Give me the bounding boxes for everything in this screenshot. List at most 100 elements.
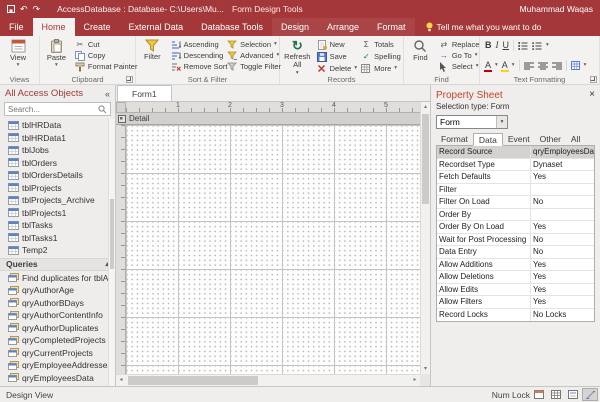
property-value[interactable]: Yes ▾ <box>531 271 594 283</box>
nav-query-item[interactable]: qryAuthorContentInfo <box>0 309 115 322</box>
property-value[interactable]: No ▾ <box>531 196 594 208</box>
copy-button[interactable]: Copy <box>73 50 133 61</box>
nav-table-item[interactable]: tblHRData <box>0 119 115 132</box>
tab-home[interactable]: Home <box>32 18 75 36</box>
property-value[interactable]: Yes ▾ <box>531 296 594 308</box>
cut-button[interactable]: ✂ Cut <box>73 39 133 50</box>
advanced-button[interactable]: Advanced ▾ <box>225 50 279 61</box>
scroll-down-icon[interactable]: ▾ <box>421 364 430 374</box>
property-row[interactable]: Record Source qryEmployeesData ▾ <box>437 146 594 159</box>
nav-table-item[interactable]: tblProjects1 <box>0 207 115 220</box>
nav-query-item[interactable]: qryEmployeeAddresses <box>0 359 115 372</box>
nav-table-item[interactable]: Temp2 <box>0 244 115 257</box>
nav-table-item[interactable]: tblOrders <box>0 157 115 170</box>
chevron-down-icon[interactable]: ▾ <box>496 116 507 128</box>
font-color-button[interactable]: A <box>483 61 493 72</box>
go-to-button[interactable]: → Go To ▾ <box>437 50 478 61</box>
nav-scrollbar[interactable] <box>108 119 115 386</box>
tab-format[interactable]: Format <box>368 18 415 36</box>
nav-table-item[interactable]: tblTasks <box>0 219 115 232</box>
property-row[interactable]: Allow Edits Yes ▾ <box>437 283 594 296</box>
underline-button[interactable]: U <box>503 41 510 50</box>
scroll-left-icon[interactable]: ◂ <box>116 375 126 386</box>
property-value[interactable]: qryEmployeesData ▾ <box>531 146 594 158</box>
paste-button[interactable]: Paste ▾ <box>42 37 71 74</box>
tab-design[interactable]: Design <box>271 18 318 36</box>
property-row[interactable]: Wait for Post Processing No ▾ <box>437 233 594 246</box>
property-value[interactable]: No ▾ <box>531 234 594 246</box>
search-input[interactable] <box>8 104 98 114</box>
nav-table-item[interactable]: tblHRData1 <box>0 132 115 145</box>
new-record-button[interactable]: New <box>315 39 358 50</box>
property-value[interactable]: ▾ <box>531 209 594 221</box>
undo-icon[interactable]: ↶ <box>20 4 28 14</box>
property-row[interactable]: Allow Deletions Yes ▾ <box>437 271 594 284</box>
more-button[interactable]: More ▾ <box>359 63 401 74</box>
ptab-other[interactable]: Other <box>535 133 566 145</box>
nav-table-item[interactable]: tblOrdersDetails <box>0 169 115 182</box>
align-center-icon[interactable] <box>537 62 548 70</box>
ptab-all[interactable]: All <box>566 133 585 145</box>
property-row[interactable]: Recordset Type Dynaset ▾ <box>437 158 594 171</box>
vertical-scrollbar-thumb[interactable] <box>422 114 429 204</box>
property-row[interactable]: Data Entry No ▾ <box>437 246 594 259</box>
tab-arrange[interactable]: Arrange <box>317 18 368 36</box>
property-row[interactable]: Allow Filters Yes ▾ <box>437 296 594 309</box>
property-row[interactable]: Fetch Defaults Yes ▾ <box>437 171 594 184</box>
tab-database-tools[interactable]: Database Tools <box>192 18 272 36</box>
document-tab-form1[interactable]: Form1 <box>117 85 172 101</box>
nav-query-item[interactable]: qryCurrentProjects <box>0 347 115 360</box>
delete-record-button[interactable]: Delete ▾ <box>315 63 358 74</box>
section-selector-icon[interactable] <box>118 114 126 123</box>
nav-table-item[interactable]: tblProjects_Archive <box>0 194 115 207</box>
shutter-bar-icon[interactable]: « <box>105 89 110 99</box>
scroll-right-icon[interactable]: ▸ <box>410 375 420 386</box>
spelling-button[interactable]: ✓ Spelling <box>359 51 401 62</box>
horizontal-ruler[interactable]: 1 2 3 4 5 <box>126 102 420 113</box>
property-row[interactable]: Allow Additions Yes ▾ <box>437 258 594 271</box>
view-button[interactable]: View ▾ <box>2 37 34 74</box>
bold-button[interactable]: B <box>485 41 492 50</box>
vertical-scrollbar[interactable]: ▴ ▾ <box>420 102 430 374</box>
align-left-icon[interactable] <box>523 62 534 70</box>
nav-query-item[interactable]: qryAuthorDuplicates <box>0 322 115 335</box>
search-box[interactable] <box>4 102 111 116</box>
redo-icon[interactable]: ↷ <box>33 4 41 14</box>
form-selector-box[interactable] <box>116 102 126 113</box>
save-record-button[interactable]: Save <box>315 51 358 62</box>
detail-section-bar[interactable]: Detail <box>116 113 420 125</box>
property-value[interactable]: Yes ▾ <box>531 259 594 271</box>
form-design-grid[interactable] <box>126 125 420 374</box>
property-value[interactable]: ▾ <box>531 184 594 196</box>
select-button[interactable]: Select ▾ <box>437 61 478 72</box>
property-value[interactable]: Yes ▾ <box>531 284 594 296</box>
nav-query-item[interactable]: qryAuthorAge <box>0 284 115 297</box>
highlight-color-button[interactable]: A <box>500 61 509 72</box>
qat-customize-icon[interactable]: ▾ <box>45 6 48 12</box>
layout-view-button[interactable] <box>565 388 581 401</box>
close-icon[interactable]: × <box>589 90 595 100</box>
ascending-button[interactable]: Ascending <box>169 39 223 50</box>
find-button[interactable]: Find <box>406 37 435 74</box>
align-right-icon[interactable] <box>551 62 562 70</box>
save-icon[interactable] <box>7 5 15 13</box>
totals-button[interactable]: Σ Totals <box>359 39 401 50</box>
design-view-button[interactable] <box>582 388 598 401</box>
tab-external-data[interactable]: External Data <box>120 18 193 36</box>
italic-button[interactable]: I <box>496 41 499 50</box>
datasheet-view-button[interactable] <box>548 388 564 401</box>
nav-table-item[interactable]: tblJobs <box>0 144 115 157</box>
selection-button[interactable]: Selection ▾ <box>225 39 277 50</box>
selection-combo[interactable]: Form ▾ <box>436 115 508 129</box>
form-view-button[interactable] <box>531 388 547 401</box>
property-row[interactable]: Order By ▾ <box>437 208 594 221</box>
tab-create[interactable]: Create <box>75 18 120 36</box>
property-row[interactable]: Filter ▾ <box>437 183 594 196</box>
nav-query-item[interactable]: qryCompletedProjects <box>0 334 115 347</box>
property-value[interactable]: No Locks ▾ <box>531 309 594 322</box>
numbering-icon[interactable] <box>532 41 542 50</box>
nav-section-queries[interactable]: Queries ▴ <box>0 257 115 271</box>
gridlines-icon[interactable] <box>570 61 580 70</box>
ptab-format[interactable]: Format <box>436 133 473 145</box>
replace-button[interactable]: ⇄ Replace <box>437 39 479 50</box>
